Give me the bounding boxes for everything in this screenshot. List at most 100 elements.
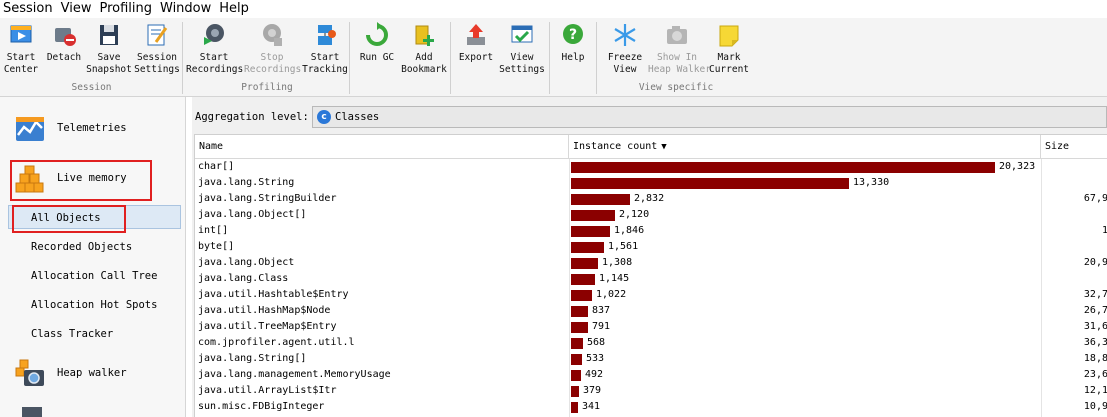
size-cell: 26,7 <box>1083 305 1107 316</box>
column-header-size[interactable]: Size <box>1041 135 1107 159</box>
export-icon <box>467 24 485 45</box>
instance-count-cell: 837 <box>592 305 611 316</box>
column-header-name[interactable]: Name <box>195 135 569 159</box>
detach-icon <box>55 28 76 46</box>
more-views-icon <box>22 407 42 417</box>
table-row[interactable]: int[] 1,846 1 <box>195 223 1107 239</box>
toolbar-group-profiling: Start Recordings Stop Recordings Start T… <box>184 18 350 97</box>
table-row[interactable]: sun.misc.FDBigInteger 341 10,9 <box>195 399 1107 415</box>
table-row[interactable]: java.lang.Object[] 2,120 <box>195 207 1107 223</box>
class-name-cell: byte[] <box>198 241 235 252</box>
show-in-heap-walker-icon <box>667 26 687 44</box>
table-row[interactable]: java.lang.management.MemoryUsage 492 23,6 <box>195 367 1107 383</box>
mark-current-button[interactable]: Mark Current <box>708 20 750 82</box>
class-name-cell: int[] <box>198 225 229 236</box>
toolbar-separator <box>450 22 451 94</box>
group-label-profiling: Profiling <box>241 82 293 93</box>
main-panel: Aggregation level: c Classes Name Instan… <box>192 97 1107 417</box>
menu-view[interactable]: View <box>57 0 96 18</box>
class-name-cell: char[] <box>198 161 235 172</box>
class-name-cell: java.util.ArrayList$Itr <box>198 385 337 396</box>
instance-count-bar <box>571 370 581 381</box>
add-bookmark-icon <box>415 25 434 46</box>
size-cell <box>1041 207 1107 223</box>
table-row[interactable]: java.util.HashMap$Node 837 26,7 <box>195 303 1107 319</box>
size-cell: 18,8 <box>1083 353 1107 364</box>
table-row[interactable]: java.lang.StringBuilder 2,832 67,9 <box>195 191 1107 207</box>
column-header-instance-count[interactable]: Instance count ▼ <box>569 135 1041 159</box>
size-cell: 12,1 <box>1083 385 1107 396</box>
table-row[interactable]: java.lang.Object 1,308 20,9 <box>195 255 1107 271</box>
instance-count-bar <box>571 322 588 333</box>
view-settings-button[interactable]: View Settings <box>498 20 546 82</box>
start-tracking-button[interactable]: Start Tracking <box>302 20 348 82</box>
sidebar-item-heap-walker[interactable]: Heap walker <box>0 356 186 392</box>
instance-count-cell: 1,846 <box>614 225 645 236</box>
view-settings-icon <box>511 25 533 43</box>
menu-window[interactable]: Window <box>156 0 215 18</box>
group-label-view-specific: View specific <box>638 82 714 93</box>
table-row[interactable]: com.jprofiler.agent.util.l 568 36,3 <box>195 335 1107 351</box>
session-settings-icon <box>147 24 168 46</box>
objects-table: Name Instance count ▼ Size char[] 20,323 ja… <box>194 134 1107 417</box>
class-name-cell: sun.misc.FDBigInteger <box>198 401 325 412</box>
freeze-view-button[interactable]: Freeze View <box>602 20 648 82</box>
class-name-cell: java.util.HashMap$Node <box>198 305 331 316</box>
export-button[interactable]: Export <box>456 20 496 82</box>
sidebar-item-telemetries[interactable]: Telemetries <box>0 111 186 147</box>
sort-descending-icon: ▼ <box>661 142 667 152</box>
table-row[interactable]: char[] 20,323 <box>195 159 1107 175</box>
group-label-session: Session <box>71 82 112 93</box>
run-gc-button[interactable]: Run GC <box>355 20 399 82</box>
sidebar-sub-item-recorded-objects[interactable]: Recorded Objects <box>31 241 132 253</box>
start-center-button[interactable]: Start Center <box>0 20 42 82</box>
size-cell <box>1041 271 1107 287</box>
svg-text:?: ? <box>569 27 577 43</box>
table-row[interactable]: java.util.Hashtable$Entry 1,022 32,7 <box>195 287 1107 303</box>
start-recordings-button[interactable]: Start Recordings <box>186 20 243 82</box>
table-row[interactable]: java.lang.Class 1,145 <box>195 271 1107 287</box>
stop-recordings-icon <box>263 24 282 46</box>
detach-button[interactable]: Detach <box>44 20 84 82</box>
instance-count-bar <box>571 354 582 365</box>
aggregation-level-select[interactable]: c Classes <box>312 106 1107 128</box>
sidebar-sub-item-class-tracker[interactable]: Class Tracker <box>31 328 113 340</box>
table-row[interactable]: java.util.TreeMap$Entry 791 31,6 <box>195 319 1107 335</box>
start-center-icon <box>10 25 32 43</box>
size-cell <box>1041 239 1107 255</box>
toolbar-separator <box>182 22 183 94</box>
freeze-view-icon <box>614 24 636 46</box>
session-settings-button[interactable]: Session Settings <box>134 20 180 82</box>
save-snapshot-button[interactable]: Save Snapshot <box>86 20 132 82</box>
table-row[interactable]: byte[] 1,561 <box>195 239 1107 255</box>
start-tracking-icon <box>318 25 336 45</box>
help-button[interactable]: ? Help <box>553 20 593 82</box>
size-cell: 1 <box>1041 223 1107 239</box>
instance-count-cell: 533 <box>586 353 605 364</box>
show-in-heap-walker-button[interactable]: Show In Heap Walker <box>648 20 711 82</box>
mark-current-icon <box>719 25 739 47</box>
stop-recordings-button[interactable]: Stop Recordings <box>244 20 301 82</box>
sidebar-label-telemetries: Telemetries <box>57 122 127 134</box>
table-row[interactable]: java.util.ArrayList$Itr 379 12,1 <box>195 383 1107 399</box>
menu-profiling[interactable]: Profiling <box>95 0 156 18</box>
size-cell: 10,9 <box>1083 401 1107 412</box>
add-bookmark-button[interactable]: Add Bookmark <box>401 20 447 82</box>
class-name-cell: java.util.Hashtable$Entry <box>198 289 349 300</box>
instance-count-bar <box>571 242 604 253</box>
size-cell <box>1041 159 1107 175</box>
size-cell: 67,9 <box>1083 193 1107 204</box>
table-row[interactable]: java.lang.String 13,330 <box>195 175 1107 191</box>
toolbar-group-help: ? Help <box>551 18 597 97</box>
sidebar-sub-item-allocation-hot-spots[interactable]: Allocation Hot Spots <box>31 299 157 311</box>
table-row[interactable]: java.lang.String[] 533 18,8 <box>195 351 1107 367</box>
menu-help[interactable]: Help <box>215 0 253 18</box>
instance-count-cell: 341 <box>582 401 601 412</box>
toolbar-group-gc: Run GC Add Bookmark <box>351 18 451 97</box>
instance-count-bar <box>571 338 583 349</box>
menu-session[interactable]: Session <box>0 0 57 18</box>
run-gc-icon <box>366 22 388 46</box>
size-cell: 31,6 <box>1083 321 1107 332</box>
toolbar-group-export: Export View Settings <box>452 18 550 97</box>
sidebar-sub-item-allocation-call-tree[interactable]: Allocation Call Tree <box>31 270 157 282</box>
